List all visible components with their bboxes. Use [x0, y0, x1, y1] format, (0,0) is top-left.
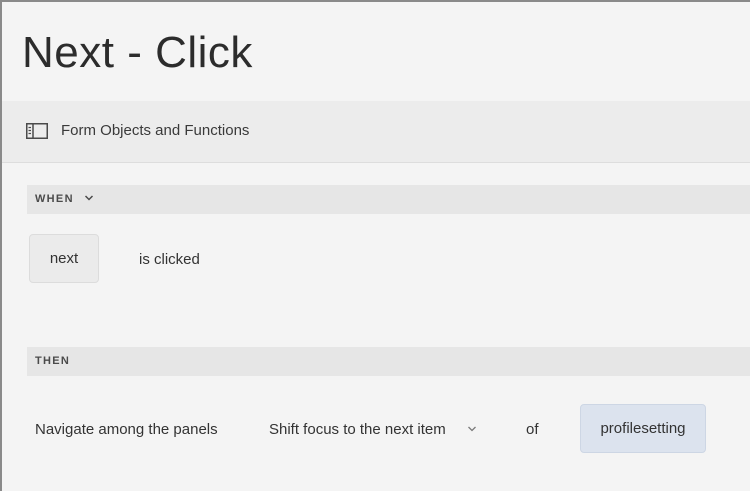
event-text: is clicked	[139, 251, 200, 268]
object-token-next[interactable]: next	[29, 234, 99, 283]
panel-icon[interactable]	[26, 123, 48, 139]
focus-option-dropdown[interactable]: Shift focus to the next item	[269, 421, 446, 438]
when-section-header[interactable]: WHEN	[27, 185, 750, 214]
target-token-profilesetting[interactable]: profilesetting	[580, 404, 706, 453]
toolbar-label[interactable]: Form Objects and Functions	[61, 122, 249, 139]
when-label: WHEN	[35, 193, 74, 205]
chevron-down-icon[interactable]	[467, 425, 477, 433]
chevron-down-icon[interactable]	[84, 194, 94, 202]
then-label: THEN	[35, 355, 71, 367]
action-text: Navigate among the panels	[35, 421, 218, 438]
of-text: of	[526, 421, 539, 438]
toolbar: Form Objects and Functions	[2, 101, 750, 163]
then-section-header[interactable]: THEN	[27, 347, 750, 376]
page-title: Next - Click	[22, 28, 253, 77]
